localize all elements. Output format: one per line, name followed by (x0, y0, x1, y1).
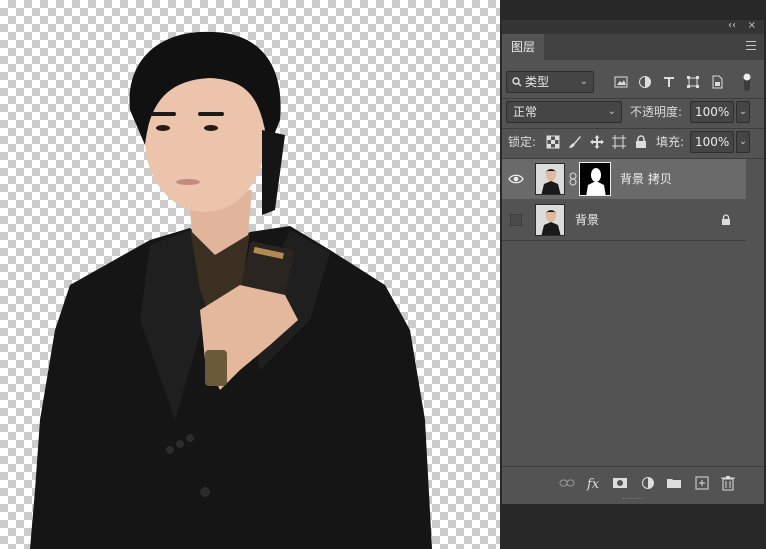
eye-icon[interactable] (508, 171, 524, 187)
new-layer-icon[interactable] (694, 475, 710, 491)
document-canvas[interactable] (0, 0, 500, 549)
person-cutout-image (30, 31, 432, 549)
fill-label: 填充: (656, 135, 685, 149)
lock-position-icon[interactable] (590, 135, 604, 149)
layer-name[interactable]: 背景 (575, 200, 599, 240)
filter-toggle-switch[interactable] (742, 71, 752, 93)
collapse-panels-icon[interactable]: ‹‹ (728, 20, 736, 31)
close-panel-icon[interactable]: × (748, 20, 756, 31)
mask-icon[interactable] (612, 475, 628, 491)
lock-all-icon[interactable] (634, 135, 648, 149)
opacity-input[interactable]: 100% (690, 101, 734, 123)
panel-resize-grip[interactable] (622, 498, 644, 501)
lock-image-pixels-icon[interactable] (568, 135, 582, 149)
chevron-down-icon: ⌄ (579, 76, 588, 87)
lock-transparent-pixels-icon[interactable] (546, 135, 560, 149)
smart-object-filter-icon[interactable] (710, 75, 724, 89)
blend-mode-value: 正常 (513, 105, 538, 119)
search-icon (512, 77, 522, 87)
fx-icon[interactable]: fx (586, 475, 602, 491)
type-layer-filter-icon[interactable] (662, 75, 676, 89)
layers-panel: 图层 类型 ⌄ 正常 ⌄ 不透明度: 100% ⌄ 锁定: 填充: 100% ⌄ (502, 34, 764, 504)
filter-label: 类型 (525, 75, 550, 89)
panel-tabbar: 图层 (502, 34, 764, 60)
panel-collapse-bar: ‹‹ × (502, 20, 764, 34)
blend-mode-select[interactable]: 正常 ⌄ (506, 101, 622, 123)
adjustment-icon[interactable] (640, 475, 656, 491)
opacity-label: 不透明度: (630, 105, 683, 119)
pixel-layer-filter-icon[interactable] (614, 75, 628, 89)
divider (502, 128, 764, 129)
layer-filter-select[interactable]: 类型 ⌄ (506, 71, 594, 93)
layer-mask-thumbnail[interactable] (579, 162, 611, 196)
layer-name[interactable]: 背景 拷贝 (620, 159, 672, 199)
chevron-down-icon: ⌄ (607, 106, 616, 117)
layer-thumbnail[interactable] (535, 204, 565, 236)
fill-dropdown-icon[interactable]: ⌄ (736, 131, 750, 153)
folder-icon[interactable] (666, 475, 682, 491)
panel-menu-icon[interactable] (746, 41, 756, 51)
lock-icon (722, 214, 730, 225)
lock-artboard-icon[interactable] (612, 135, 626, 149)
layer-row-background-copy[interactable]: 背景 拷贝 (502, 159, 746, 199)
link-icon[interactable] (559, 475, 575, 491)
layers-panel-footer: fx (502, 466, 764, 498)
tab-layers[interactable]: 图层 (502, 34, 544, 60)
svg-text:fx: fx (586, 477, 600, 491)
lock-label: 锁定: (508, 135, 537, 149)
layer-thumbnail[interactable] (535, 163, 565, 195)
visibility-toggle-off[interactable] (510, 214, 522, 226)
shape-layer-filter-icon[interactable] (686, 75, 700, 89)
divider (502, 98, 764, 99)
trash-icon[interactable] (720, 475, 736, 491)
mask-link-icon[interactable] (568, 172, 578, 186)
opacity-dropdown-icon[interactable]: ⌄ (736, 101, 750, 123)
fill-input[interactable]: 100% (690, 131, 734, 153)
adjustment-layer-filter-icon[interactable] (638, 75, 652, 89)
divider (502, 240, 746, 241)
layer-row-background[interactable]: 背景 (502, 200, 746, 240)
